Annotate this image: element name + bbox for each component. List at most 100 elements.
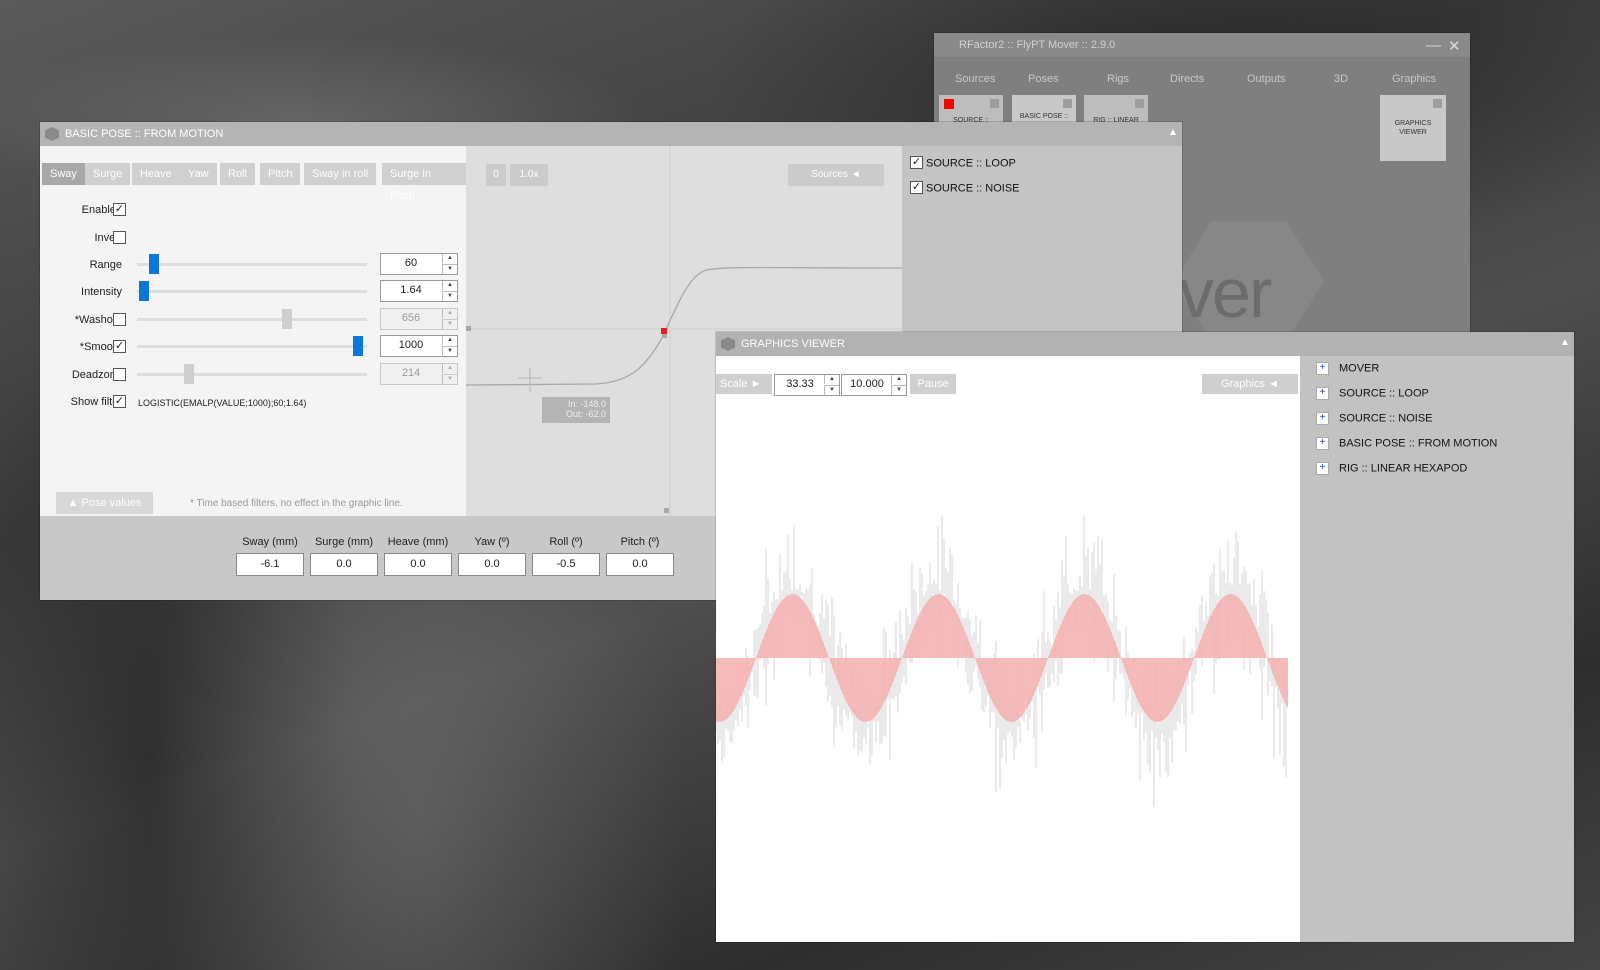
tab-surge[interactable]: Surge [85, 163, 131, 185]
pitch-value: 0.0 [606, 553, 674, 576]
tab-3d[interactable]: 3D [1334, 73, 1348, 85]
graphics-item-basic-pose[interactable]: + BASIC POSE :: FROM MOTION [1316, 437, 1497, 450]
graphics-viewer-titlebar[interactable]: GRAPHICS VIEWER ▲ [716, 332, 1574, 356]
tab-surge-in-pitch[interactable]: Surge in Pitch [382, 163, 466, 202]
source-noise-item[interactable]: ✓ SOURCE :: NOISE [910, 181, 1020, 195]
intensity-slider-thumb[interactable] [139, 281, 149, 301]
curve-handle-left[interactable] [466, 326, 471, 331]
graphics-plot-area[interactable]: Scale ► 33.33 ▲ ▼ 10.000 ▲ ▼ Pause Graph… [716, 356, 1300, 942]
collapse-arrow-icon[interactable]: ▲ [1168, 127, 1178, 138]
minimize-button[interactable]: — [1426, 37, 1441, 54]
tab-rigs[interactable]: Rigs [1107, 73, 1129, 85]
pose-values-tab[interactable]: ▲ Pose values [56, 492, 153, 514]
spin-up-icon[interactable]: ▲ [442, 254, 457, 263]
smooth-slider[interactable] [137, 336, 367, 356]
spin-down-icon[interactable]: ▼ [442, 319, 457, 329]
signal-plot-svg [716, 515, 1288, 807]
tile-toggle-icon[interactable] [1135, 99, 1144, 108]
smooth-checkbox[interactable]: ✓ [113, 340, 126, 353]
graphics-item-source-noise[interactable]: + SOURCE :: NOISE [1316, 412, 1433, 425]
spin-down-icon[interactable]: ▼ [442, 374, 457, 384]
tab-sources[interactable]: Sources [955, 73, 995, 85]
time-filter-note: * Time based filters, no effect in the g… [190, 498, 403, 509]
spin-down-icon[interactable]: ▼ [442, 291, 457, 301]
spin-up-icon[interactable]: ▲ [891, 375, 906, 384]
tab-yaw[interactable]: Yaw [180, 163, 217, 185]
spin-up-icon[interactable]: ▲ [442, 281, 457, 290]
tile-toggle-icon[interactable] [1063, 99, 1072, 108]
source-noise-checkbox[interactable]: ✓ [910, 181, 923, 194]
washout-slider-thumb[interactable] [282, 309, 292, 329]
deadzone-slider-thumb[interactable] [184, 364, 194, 384]
graphics-item-rig[interactable]: + RIG :: LINEAR HEXAPOD [1316, 462, 1467, 475]
graphics-item-source-loop[interactable]: + SOURCE :: LOOP [1316, 387, 1429, 400]
tab-outputs[interactable]: Outputs [1247, 73, 1286, 85]
graphics-item-mover[interactable]: + MOVER [1316, 362, 1379, 375]
expand-plus-icon[interactable]: + [1316, 462, 1329, 475]
washout-spinbox[interactable]: 656 ▲ ▼ [380, 308, 458, 330]
tab-sway-in-roll[interactable]: Sway in roll [304, 163, 377, 185]
smooth-spinbox[interactable]: 1000 ▲ ▼ [380, 335, 458, 357]
invert-checkbox[interactable] [113, 231, 126, 244]
washout-checkbox[interactable] [113, 313, 126, 326]
deadzone-checkbox[interactable] [113, 368, 126, 381]
spin-up-icon[interactable]: ▲ [442, 364, 457, 373]
tile-toggle-icon[interactable] [1433, 99, 1442, 108]
scale-spinbox[interactable]: 33.33 ▲ ▼ [774, 374, 840, 396]
tab-directs[interactable]: Directs [1170, 73, 1204, 85]
source-noise-label: SOURCE :: NOISE [926, 182, 1020, 195]
close-button[interactable]: ✕ [1448, 37, 1461, 55]
tab-poses[interactable]: Poses [1028, 73, 1059, 85]
spin-down-icon[interactable]: ▼ [442, 264, 457, 274]
deadzone-label: Deadzone [71, 369, 122, 381]
yaw-value: 0.0 [458, 553, 526, 576]
pose-window-title: BASIC POSE :: FROM MOTION [65, 128, 224, 140]
expand-plus-icon[interactable]: + [1316, 362, 1329, 375]
app-logo-icon [939, 38, 953, 52]
tab-pitch[interactable]: Pitch [260, 163, 301, 185]
range-slider[interactable] [137, 254, 367, 274]
scale-toggle-button[interactable]: Scale ► [716, 374, 772, 394]
tab-roll[interactable]: Roll [220, 163, 255, 185]
curve-handle[interactable] [662, 334, 667, 338]
mover-titlebar[interactable]: RFactor2 :: FlyPT Mover :: 2.9.0 — ✕ [934, 33, 1470, 57]
smooth-slider-thumb[interactable] [353, 336, 363, 356]
app-logo-icon [721, 337, 735, 351]
tab-sway[interactable]: Sway [42, 163, 85, 185]
time-spinbox[interactable]: 10.000 ▲ ▼ [841, 374, 907, 396]
tile-toggle-icon[interactable] [990, 99, 999, 108]
intensity-spinbox[interactable]: 1.64 ▲ ▼ [380, 280, 458, 302]
spin-up-icon[interactable]: ▲ [442, 309, 457, 318]
source-loop-checkbox[interactable]: ✓ [910, 156, 923, 169]
surge-value: 0.0 [310, 553, 378, 576]
tab-heave[interactable]: Heave [132, 163, 180, 185]
pause-button[interactable]: Pause [910, 374, 956, 394]
show-filter-checkbox[interactable]: ✓ [113, 395, 126, 408]
expand-plus-icon[interactable]: + [1316, 412, 1329, 425]
spin-down-icon[interactable]: ▼ [824, 385, 839, 395]
tab-graphics[interactable]: Graphics [1392, 73, 1436, 85]
source-loop-item[interactable]: ✓ SOURCE :: LOOP [910, 156, 1016, 170]
curve-handle-bottom[interactable] [664, 508, 669, 513]
collapse-arrow-icon[interactable]: ▲ [1560, 337, 1570, 348]
expand-plus-icon[interactable]: + [1316, 437, 1329, 450]
spin-up-icon[interactable]: ▲ [442, 336, 457, 345]
expand-plus-icon[interactable]: + [1316, 387, 1329, 400]
spin-down-icon[interactable]: ▼ [891, 385, 906, 395]
washout-slider[interactable] [137, 309, 367, 329]
intensity-label: Intensity [81, 286, 122, 298]
surge-header: Surge (mm) [314, 536, 374, 548]
intensity-slider[interactable] [137, 281, 367, 301]
graphics-viewer-tile[interactable]: GRAPHICS VIEWER [1380, 95, 1446, 161]
deadzone-spinbox[interactable]: 214 ▲ ▼ [380, 363, 458, 385]
spin-down-icon[interactable]: ▼ [442, 346, 457, 356]
deadzone-slider[interactable] [137, 364, 367, 384]
range-slider-thumb[interactable] [149, 254, 159, 274]
time-value: 10.000 [850, 378, 884, 390]
scale-value: 33.33 [786, 378, 814, 390]
range-spinbox[interactable]: 60 ▲ ▼ [380, 253, 458, 275]
spin-up-icon[interactable]: ▲ [824, 375, 839, 384]
pose-titlebar[interactable]: BASIC POSE :: FROM MOTION ▲ [40, 122, 1182, 146]
graphics-toggle-button[interactable]: Graphics ◄ [1202, 374, 1298, 394]
enabled-checkbox[interactable]: ✓ [113, 203, 126, 216]
